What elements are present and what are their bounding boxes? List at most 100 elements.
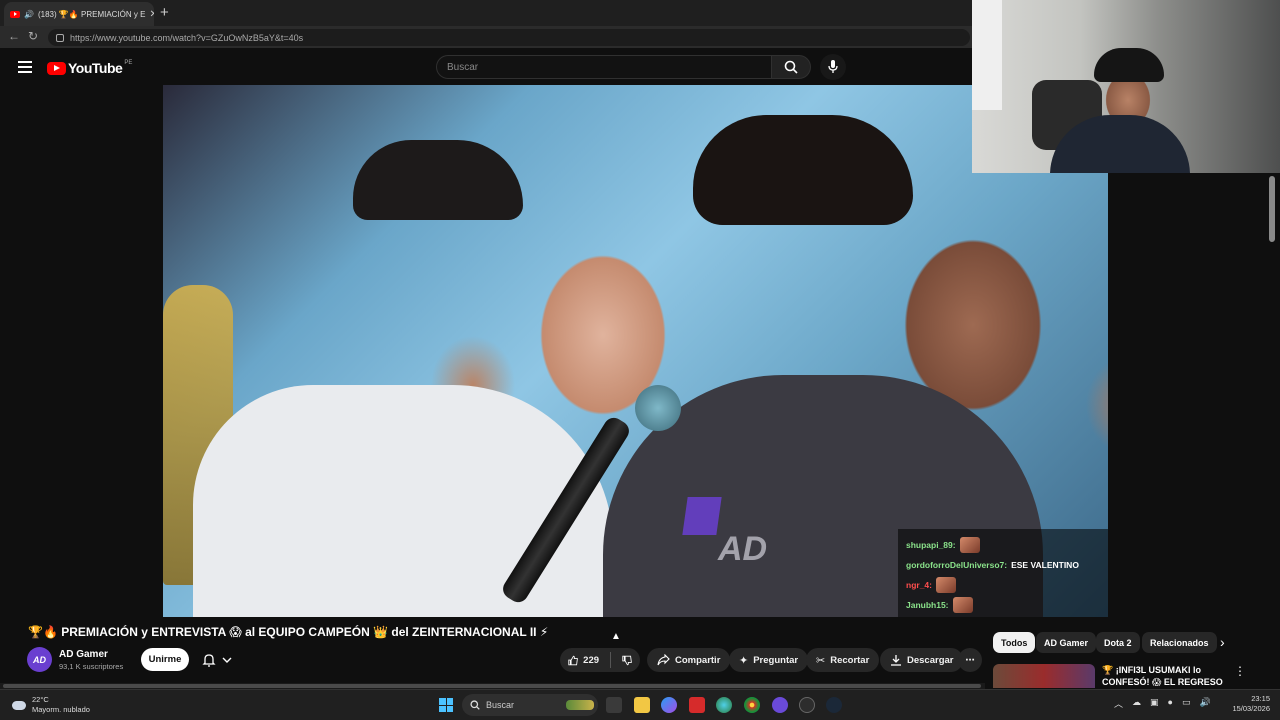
search-placeholder: Buscar [447, 61, 479, 73]
obs-icon[interactable] [799, 697, 815, 713]
url-field[interactable]: https://www.youtube.com/watch?v=GZuOwNzB… [48, 29, 970, 46]
volume-icon[interactable]: 🔊 [1199, 697, 1210, 710]
new-tab-button[interactable]: + [160, 4, 169, 21]
site-info-icon[interactable] [56, 33, 64, 42]
clock-date: 15/03/2026 [1232, 704, 1270, 713]
divider [610, 652, 611, 668]
reload-icon[interactable]: ↻ [28, 29, 38, 43]
like-dislike-group: 229 [560, 648, 640, 672]
search-highlight-icon [566, 700, 594, 710]
download-button[interactable]: Descargar [880, 648, 964, 672]
youtube-favicon-icon [10, 10, 20, 18]
chip-relacionados[interactable]: Relacionados [1142, 632, 1217, 653]
download-icon [891, 655, 901, 666]
subscriber-count: 93,1 K suscriptores [59, 662, 124, 671]
voice-search-button[interactable] [820, 54, 846, 80]
webcam-window-shape [972, 0, 1002, 110]
tab-title: (183) 🏆🔥 PREMIACIÓN y E [37, 9, 146, 19]
chat-username: shupapi_89: [906, 540, 956, 550]
chat-username: ngr_4: [906, 580, 932, 590]
channel-name[interactable]: AD Gamer [59, 649, 108, 660]
recommended-title[interactable]: 🏆 ¡INFI3L USUMAKI lo CONFESÓ! 😱 EL REGRE… [1102, 664, 1228, 688]
player-hair-shape [693, 115, 913, 225]
discord-icon[interactable] [772, 697, 788, 713]
file-explorer-icon[interactable] [634, 697, 650, 713]
chat-emote-icon [959, 537, 980, 553]
recommended-menu-button[interactable]: ⋮ [1234, 664, 1246, 678]
video-title: 🏆🔥 PREMIACIÓN y ENTREVISTA 😱 al EQUIPO C… [28, 625, 549, 639]
scissors-icon: ✂ [816, 654, 826, 667]
bell-icon [202, 653, 216, 667]
onedrive-icon[interactable]: ☁ [1132, 697, 1141, 710]
microphone-head-shape [635, 385, 681, 431]
country-code: PE [124, 60, 133, 66]
ask-label: Preguntar [753, 654, 799, 666]
download-label: Descargar [907, 654, 954, 666]
chip-ad-gamer[interactable]: AD Gamer [1036, 632, 1097, 653]
clip-button[interactable]: ✂ Recortar [806, 648, 880, 672]
weather-condition: Mayorm. nublado [32, 705, 90, 714]
mouse-cursor-icon: ▲ [611, 631, 621, 642]
chat-text: ESE VALENTINO [1011, 560, 1079, 570]
more-actions-button[interactable]: ⋯ [958, 648, 982, 672]
chip-dota-2[interactable]: Dota 2 [1096, 632, 1140, 653]
chip-todos[interactable]: Todos [993, 632, 1036, 653]
chat-message: shupapi_89: [906, 535, 1100, 555]
steam-icon[interactable] [826, 697, 842, 713]
tab-close-button[interactable]: ✕ [149, 9, 154, 20]
jersey-watermark: AD [718, 530, 768, 568]
menu-icon[interactable] [18, 61, 32, 73]
task-view-icon[interactable] [606, 697, 622, 713]
youtube-logo-text: YouTube [68, 60, 123, 76]
office-icon[interactable] [689, 697, 705, 713]
chat-username: Janubh15: [906, 600, 949, 610]
microphone-tray-icon[interactable]: ● [1168, 697, 1173, 710]
search-icon [784, 60, 798, 74]
recommended-thumbnail[interactable] [993, 664, 1095, 688]
taskbar-clock[interactable]: 23:15 15/03/2026 [1226, 694, 1270, 714]
notifications-button[interactable] [193, 648, 241, 671]
temperature: 22°C [32, 695, 49, 704]
dislike-icon[interactable] [622, 654, 632, 667]
jersey-logo-shape [682, 497, 722, 535]
chrome-icon[interactable] [744, 697, 760, 713]
edge-browser-icon[interactable] [716, 697, 732, 713]
search-button[interactable] [771, 55, 811, 79]
ask-button[interactable]: ✦ Preguntar [729, 648, 809, 672]
share-icon [657, 654, 670, 666]
microphone-icon [828, 60, 838, 73]
chat-emote-icon [952, 597, 973, 613]
taskbar-search-label: Buscar [486, 700, 515, 710]
system-tray[interactable]: ︿ ☁ ▣ ● ▭ 🔊 [1114, 697, 1211, 710]
channel-avatar[interactable]: AD [27, 647, 52, 672]
chat-emote-icon [935, 577, 956, 593]
like-icon[interactable] [568, 654, 578, 667]
youtube-logo[interactable]: YouTube PE [47, 60, 132, 76]
page-scrollbar[interactable] [1269, 176, 1275, 242]
chevron-up-icon[interactable]: ︿ [1114, 697, 1123, 710]
chevron-down-icon [222, 657, 232, 663]
webcam-hair-shape [1094, 48, 1164, 82]
display-icon[interactable]: ▭ [1182, 697, 1191, 710]
sparkle-icon: ✦ [739, 654, 749, 667]
youtube-play-icon [47, 61, 66, 75]
share-label: Compartir [675, 654, 721, 666]
weather-widget[interactable]: 22°C Mayorm. nublado [12, 695, 90, 715]
back-arrow-icon[interactable]: ← [8, 29, 20, 43]
browser-tab-youtube[interactable]: 🔊 (183) 🏆🔥 PREMIACIÓN y E ✕ [4, 2, 154, 26]
search-icon [470, 700, 480, 710]
taskbar-search[interactable]: Buscar [462, 694, 598, 716]
search-input[interactable]: Buscar [436, 55, 771, 79]
share-button[interactable]: Compartir [647, 648, 731, 672]
copilot-icon[interactable] [661, 697, 677, 713]
speaker-icon[interactable]: 🔊 [24, 10, 34, 19]
windows-start-icon[interactable] [439, 698, 453, 712]
chevron-right-icon[interactable]: › [1220, 634, 1225, 650]
chat-message: gordoforroDelUniverso7: ESE VALENTINO [906, 555, 1100, 575]
host-body-shape [193, 385, 613, 617]
side-panel [1108, 173, 1280, 633]
like-count[interactable]: 229 [583, 655, 599, 666]
security-icon[interactable]: ▣ [1150, 697, 1159, 710]
clock-time: 23:15 [1251, 694, 1270, 703]
join-button[interactable]: Unirme [141, 648, 189, 671]
